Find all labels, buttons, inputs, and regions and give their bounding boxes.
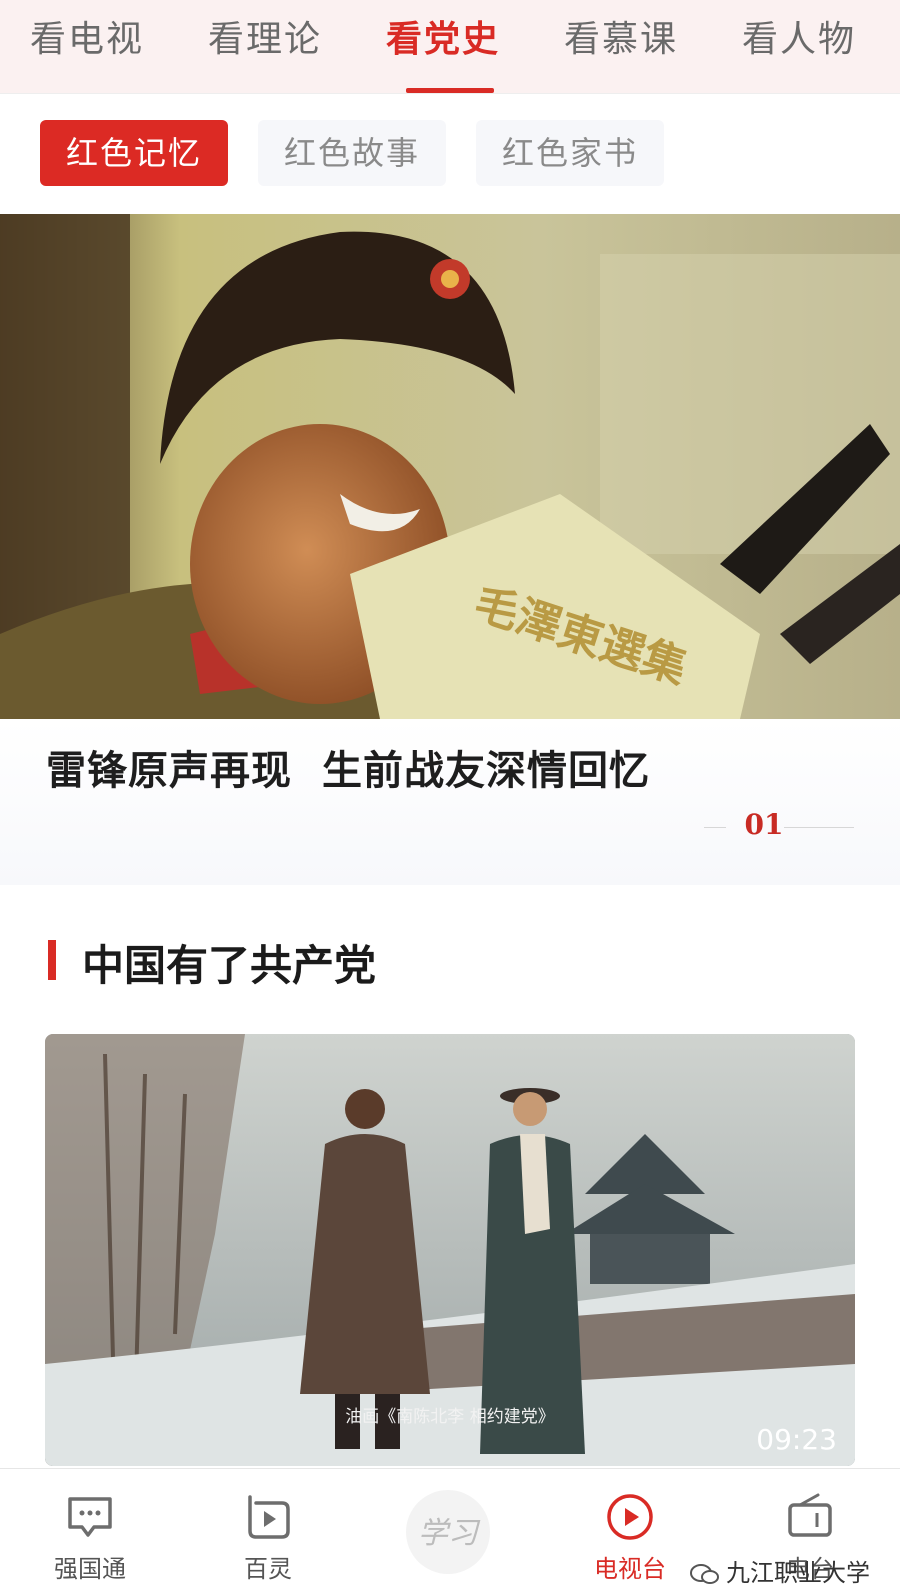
nav-label-bailing: 百灵: [244, 1555, 292, 1583]
chat-bubble-icon: [68, 1497, 112, 1537]
xuexi-logo-text: 学习: [418, 1516, 481, 1551]
xuexi-logo-icon: 学习: [406, 1490, 490, 1574]
top-nav: 看电视 看理论 看党史 看慕课 看人物: [0, 0, 900, 94]
hero-title-part1: 雷锋原声再现: [46, 747, 292, 794]
video-thumbnail: 油画《南陈北李 相约建党》: [45, 1034, 855, 1466]
video-card[interactable]: 油画《南陈北李 相约建党》 09:23: [45, 1034, 855, 1466]
play-circle-icon: [607, 1494, 653, 1540]
watermark-text: 九江职业大学: [726, 1559, 870, 1587]
tab-tv[interactable]: 看电视: [30, 10, 144, 70]
radio-icon: [788, 1493, 832, 1537]
nav-label-tv-station: 电视台: [594, 1555, 666, 1583]
nav-xuexi[interactable]: 学习: [380, 1469, 520, 1591]
video-caption: 油画《南陈北李 相约建党》: [345, 1407, 554, 1427]
sub-tabs: 红色记忆 红色故事 红色家书: [0, 94, 900, 214]
section-title: 中国有了共产党: [82, 941, 377, 990]
watermark: 九江职业大学: [690, 1553, 870, 1588]
tab-theory[interactable]: 看理论: [208, 10, 322, 70]
nav-qiangguotong[interactable]: 强国通: [20, 1469, 160, 1591]
tab-people[interactable]: 看人物: [742, 10, 856, 70]
chip-red-memory[interactable]: 红色记忆: [40, 120, 228, 186]
nav-label-qiangguotong: 强国通: [54, 1555, 126, 1583]
hero-title[interactable]: 雷锋原声再现 生前战友深情回忆: [46, 738, 650, 796]
chip-red-story[interactable]: 红色故事: [258, 120, 446, 186]
tab-mooc[interactable]: 看慕课: [564, 10, 678, 70]
hero-image[interactable]: 毛澤東選集: [0, 214, 900, 719]
nav-bailing[interactable]: 百灵: [198, 1469, 338, 1591]
carousel-indicator: 01: [704, 808, 854, 848]
hero-painting: 毛澤東選集: [0, 214, 900, 719]
wechat-icon: [690, 1564, 719, 1584]
carousel-index: 01: [744, 808, 784, 841]
video-duration: 09:23: [756, 1423, 837, 1456]
section-marker: [48, 940, 56, 980]
tab-party-history[interactable]: 看党史: [386, 10, 500, 70]
play-tag-icon: [248, 1495, 290, 1539]
chip-red-letters[interactable]: 红色家书: [476, 120, 664, 186]
active-tab-underline: [406, 88, 494, 93]
hero-title-part2: 生前战友深情回忆: [322, 747, 650, 794]
nav-tv-station[interactable]: 电视台: [560, 1469, 700, 1591]
